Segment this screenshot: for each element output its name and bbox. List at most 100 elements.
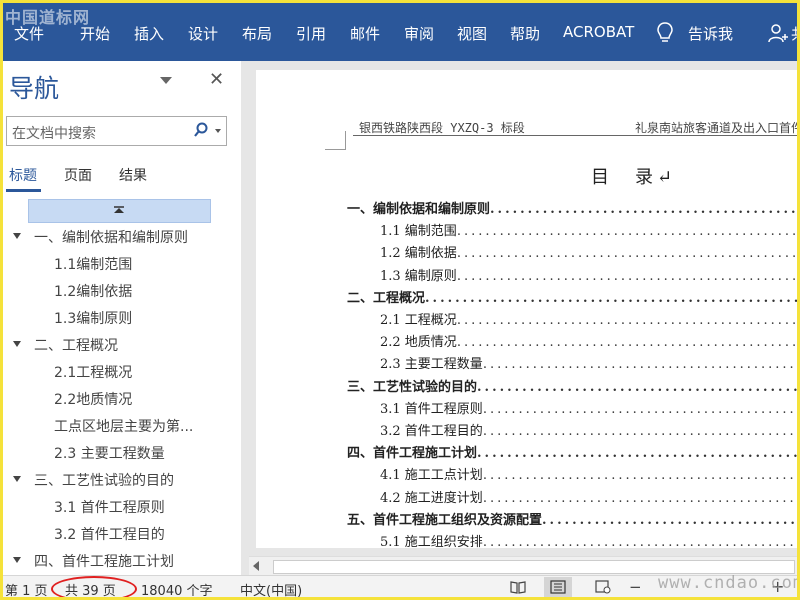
web-layout-icon[interactable] <box>595 580 611 594</box>
ribbon-tab-bar: 中国道标网 文件 开始 插入 设计 布局 引用 邮件 审阅 视图 帮助 ACRO… <box>3 3 797 61</box>
toc-entry[interactable]: 4.2 施工进度计划 <box>380 487 797 507</box>
toc-entry[interactable]: 1.2 编制依据 <box>380 242 797 262</box>
toc-entry-text: 1.2 编制依据 <box>380 246 457 262</box>
tab-results[interactable]: 结果 <box>119 165 147 185</box>
tell-me-box[interactable]: 告诉我 <box>688 23 733 44</box>
toc-leader-dots <box>483 535 797 550</box>
nav-heading-item[interactable]: 三、工艺性试验的目的 <box>34 470 174 490</box>
nav-heading-item[interactable]: 3.2 首件工程目的 <box>54 524 165 544</box>
tab-home[interactable]: 开始 <box>80 23 110 44</box>
collapse-caret-icon[interactable] <box>13 341 21 347</box>
nav-search-placeholder: 在文档中搜索 <box>12 126 96 142</box>
toc-leader-dots <box>457 224 797 239</box>
toc-entry-text: 3.1 首件工程原则 <box>380 401 483 417</box>
toc-entry[interactable]: 2.1 工程概况 <box>380 309 797 329</box>
toc-entry[interactable]: 二、工程概况 <box>347 287 797 307</box>
lightbulb-icon[interactable] <box>656 22 674 44</box>
site-watermark-bottom: www.cndao.com <box>658 573 800 593</box>
nav-heading-item[interactable]: 2.1工程概况 <box>54 362 132 382</box>
toc-entry[interactable]: 2.2 地质情况 <box>380 331 797 351</box>
share-person-icon[interactable] <box>768 23 790 43</box>
toc-leader-dots <box>483 357 797 372</box>
toc-entry-text: 4.1 施工工点计划 <box>380 468 483 484</box>
nav-heading-item[interactable]: 1.3编制原则 <box>54 308 132 328</box>
nav-heading-item[interactable]: 2.2地质情况 <box>54 389 132 409</box>
toc-entry[interactable]: 2.3 主要工程数量 <box>380 353 797 373</box>
tab-pages[interactable]: 页面 <box>64 165 92 185</box>
collapse-caret-icon[interactable] <box>13 476 21 482</box>
toc-entry[interactable]: 1.3 编制原则 <box>380 265 797 285</box>
toc-entry[interactable]: 3.1 首件工程原则 <box>380 398 797 418</box>
toc-leader-dots <box>457 313 797 328</box>
search-icon[interactable] <box>193 122 209 138</box>
scroll-to-top-button[interactable] <box>28 199 211 223</box>
toc-leader-dots <box>477 446 797 461</box>
read-mode-icon[interactable] <box>510 580 526 594</box>
toc-entry[interactable]: 五、首件工程施工组织及资源配置 <box>347 509 797 529</box>
nav-heading-item[interactable]: 二、工程概况 <box>34 335 118 355</box>
tab-references[interactable]: 引用 <box>296 23 326 44</box>
share-label[interactable]: 共 <box>791 23 797 44</box>
page-header-right: 礼泉南站旅客通道及出入口首件 <box>635 121 800 135</box>
toc-entry[interactable]: 一、编制依据和编制原则 <box>347 198 797 218</box>
toc-entry-text: 五、首件工程施工组织及资源配置 <box>347 512 543 528</box>
tab-mailings[interactable]: 邮件 <box>350 23 380 44</box>
word-window: 中国道标网 文件 开始 插入 设计 布局 引用 邮件 审阅 视图 帮助 ACRO… <box>0 0 800 600</box>
toc-entry[interactable]: 四、首件工程施工计划 <box>347 442 797 462</box>
tab-headings[interactable]: 标题 <box>9 165 37 185</box>
toc-leader-dots <box>457 246 797 261</box>
scrollbar-thumb[interactable] <box>273 560 795 574</box>
tab-acrobat[interactable]: ACROBAT <box>563 23 634 41</box>
toc-title: 目 录↵ <box>591 167 677 188</box>
toc-entry[interactable]: 4.1 施工工点计划 <box>380 464 797 484</box>
collapse-caret-icon[interactable] <box>13 233 21 239</box>
nav-title: 导航 <box>9 74 60 103</box>
search-options-chevron-icon[interactable] <box>215 129 221 133</box>
toc-leader-dots <box>477 380 797 395</box>
tab-design[interactable]: 设计 <box>188 23 218 44</box>
tab-help[interactable]: 帮助 <box>510 23 540 44</box>
close-icon[interactable]: ✕ <box>209 69 224 90</box>
toc-entry-text: 2.2 地质情况 <box>380 335 457 351</box>
toc-leader-dots <box>542 513 797 528</box>
language-indicator[interactable]: 中文(中国) <box>240 580 302 597</box>
tab-file[interactable]: 文件 <box>14 23 44 44</box>
navigation-pane: 导航 ✕ 在文档中搜索 标题 页面 结果 一、编制依据和编制原则 1.1编制范围 1… <box>3 61 241 575</box>
toc-leader-dots <box>483 491 797 506</box>
nav-options-dropdown-icon[interactable] <box>160 77 172 84</box>
nav-heading-item[interactable]: 工点区地层主要为第... <box>54 416 193 436</box>
nav-heading-item[interactable]: 2.3 主要工程数量 <box>54 443 165 463</box>
tab-view[interactable]: 视图 <box>457 23 487 44</box>
tab-insert[interactable]: 插入 <box>134 23 164 44</box>
toc-entry[interactable]: 三、工艺性试验的目的 <box>347 376 797 396</box>
toc-entry-text: 3.2 首件工程目的 <box>380 424 483 439</box>
toc-entry-text: 2.1 工程概况 <box>380 313 457 328</box>
zoom-out-button[interactable]: − <box>629 578 642 596</box>
nav-heading-item[interactable]: 1.1编制范围 <box>54 254 132 274</box>
nav-heading-item[interactable]: 3.1 首件工程原则 <box>54 497 165 517</box>
toc-entry-text: 1.1 编制范围 <box>380 224 457 240</box>
toc-leader-dots <box>425 291 797 306</box>
toc-leader-dots <box>483 468 797 483</box>
page-indicator[interactable]: 第 1 页 <box>5 580 48 597</box>
scroll-left-arrow-icon[interactable] <box>253 561 259 571</box>
word-count[interactable]: 18040 个字 <box>141 580 213 597</box>
toc-leader-dots <box>483 424 797 439</box>
toc-entry-text: 一、编制依据和编制原则 <box>347 202 491 217</box>
collapse-caret-icon[interactable] <box>13 557 21 563</box>
nav-heading-item[interactable]: 1.2编制依据 <box>54 281 132 301</box>
toc-entry-text: 5.1 施工组织安排 <box>380 535 483 550</box>
toc-entry-text: 1.3 编制原则 <box>380 268 457 284</box>
toc-entry-text: 2.3 主要工程数量 <box>380 357 483 373</box>
tab-layout[interactable]: 布局 <box>242 23 272 44</box>
nav-heading-item[interactable]: 四、首件工程施工计划 <box>34 551 174 571</box>
toc-entry[interactable]: 5.1 施工组织安排 <box>380 531 797 551</box>
page-header-left: 银西铁路陕西段 YXZQ-3 标段 <box>359 121 525 135</box>
nav-search-input[interactable]: 在文档中搜索 <box>6 116 227 146</box>
scroll-up-arrow-icon <box>114 206 124 213</box>
toc-entry[interactable]: 3.2 首件工程目的 <box>380 420 797 440</box>
print-layout-icon[interactable] <box>550 580 566 594</box>
tab-review[interactable]: 审阅 <box>404 23 434 44</box>
nav-heading-item[interactable]: 一、编制依据和编制原则 <box>34 227 188 247</box>
toc-entry[interactable]: 1.1 编制范围 <box>380 220 797 240</box>
